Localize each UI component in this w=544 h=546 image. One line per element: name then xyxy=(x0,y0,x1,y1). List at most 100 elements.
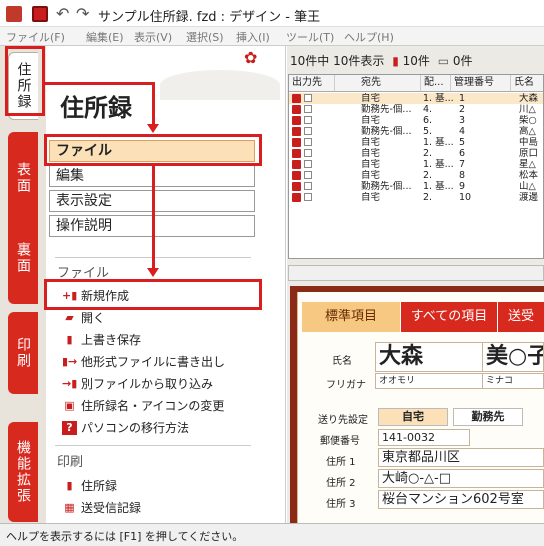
title-bar: ↶ ↷ サンプル住所録. fzd : デザイン - 筆王 xyxy=(0,0,544,27)
tab-all-fields[interactable]: すべての項目 xyxy=(401,302,497,332)
furigana-last-field[interactable]: オオモリ xyxy=(375,373,483,389)
row-checkbox[interactable] xyxy=(304,149,312,157)
table-row[interactable]: 自宅 1. 基... 5 中島 xyxy=(289,137,543,148)
cmd-save[interactable]: ▮ 上書き保存 xyxy=(62,331,141,348)
tab-front[interactable]: 表面 xyxy=(8,132,38,224)
row-checkbox[interactable] xyxy=(304,105,312,113)
table-cell: 6. xyxy=(423,115,433,126)
column-header[interactable]: 宛先 xyxy=(335,75,421,92)
menu-select[interactable]: 選択(S) xyxy=(186,29,224,45)
redo-icon[interactable]: ↷ xyxy=(76,4,89,23)
address3-field[interactable]: 桜台マンション602号室 xyxy=(378,490,544,509)
table-cell: 柴○ xyxy=(519,115,537,126)
last-name-field[interactable]: 大森 xyxy=(375,342,483,372)
pine-decoration xyxy=(160,70,280,100)
table-cell: 自宅 xyxy=(361,137,381,148)
table-cell: 勤務先-個... xyxy=(361,181,412,192)
menu-view[interactable]: 表示(V) xyxy=(134,29,172,45)
zip-field[interactable]: 141-0032 xyxy=(378,429,470,446)
table-row[interactable]: 自宅 2. 8 松本 xyxy=(289,170,543,181)
table-row[interactable]: 勤務先-個... 5. 4 高△ xyxy=(289,126,543,137)
cmd-import[interactable]: →▮ 別ファイルから取り込み xyxy=(62,375,213,392)
row-checkbox[interactable] xyxy=(304,138,312,146)
table-row[interactable]: 自宅 1. 基... 1 大森 xyxy=(289,93,543,104)
table-cell: 川△ xyxy=(519,104,536,115)
row-checkbox[interactable] xyxy=(304,171,312,179)
column-header[interactable]: 氏名 xyxy=(511,75,543,92)
first-name-field[interactable]: 美○子 xyxy=(482,342,544,372)
address1-field[interactable]: 東京都品川区 xyxy=(378,448,544,467)
row-checkbox[interactable] xyxy=(304,193,312,201)
row-checkbox[interactable] xyxy=(304,116,312,124)
tab-back[interactable]: 裏面 xyxy=(8,212,38,304)
table-row[interactable]: 自宅 2. 6 原口 xyxy=(289,148,543,159)
horizontal-scrollbar[interactable] xyxy=(288,265,544,281)
table-row[interactable]: 自宅 2. 10 渡邊 xyxy=(289,192,543,203)
save-icon[interactable] xyxy=(32,6,48,22)
table-cell: 2 xyxy=(459,104,466,115)
printer-icon[interactable] xyxy=(292,160,301,169)
row-checkbox[interactable] xyxy=(304,182,312,190)
cmd-print-log[interactable]: ▦ 送受信記録 xyxy=(62,499,141,516)
table-cell: 7 xyxy=(459,159,466,170)
printer-icon[interactable] xyxy=(292,182,301,191)
address-list[interactable]: 出力先 宛先 配... 管理番号 氏名 自宅 1. 基... 1 大森 勤務先-個...… xyxy=(288,74,544,259)
menu-insert[interactable]: 挿入(I) xyxy=(236,29,270,45)
table-row[interactable]: 勤務先-個... 1. 基... 9 山△ xyxy=(289,181,543,192)
printer-icon: ▮ xyxy=(392,54,399,68)
table-cell: 2. xyxy=(423,170,433,181)
printer-icon[interactable] xyxy=(292,149,301,158)
table-row[interactable]: 勤務先-個... 4. 2 川△ xyxy=(289,104,543,115)
open-folder-icon: ▰ xyxy=(65,310,74,324)
printer-icon[interactable] xyxy=(292,171,301,180)
tab-print[interactable]: 印刷 xyxy=(8,312,38,394)
column-header[interactable]: 出力先 xyxy=(289,75,335,92)
menu-tools[interactable]: ツール(T) xyxy=(286,29,334,45)
table-cell: 2. xyxy=(423,148,433,159)
tab-send-receive[interactable]: 送受 xyxy=(498,302,544,332)
table-cell: 自宅 xyxy=(361,170,381,181)
furigana-first-field[interactable]: ミナコ xyxy=(482,373,544,389)
address2-field[interactable]: 大崎○-△-□ xyxy=(378,469,544,488)
row-checkbox[interactable] xyxy=(304,94,312,102)
table-cell: 勤務先-個... xyxy=(361,104,412,115)
table-cell: 1. 基... xyxy=(423,137,454,148)
table-cell: 1. 基... xyxy=(423,181,454,192)
cmd-rename[interactable]: ▣ 住所録名・アイコンの変更 xyxy=(62,397,224,414)
row-checkbox[interactable] xyxy=(304,127,312,135)
cmd-export[interactable]: ▮→ 他形式ファイルに書き出し xyxy=(62,353,225,370)
menu-file[interactable]: ファイル(F) xyxy=(6,29,65,45)
table-cell: 9 xyxy=(459,181,466,192)
book-icon: ▮ xyxy=(66,478,73,492)
tab-standard-fields[interactable]: 標準項目 xyxy=(302,302,400,332)
destination-work[interactable]: 勤務先 xyxy=(453,408,523,426)
column-header[interactable]: 配... xyxy=(421,75,451,92)
cmd-migrate[interactable]: ? パソコンの移行方法 xyxy=(62,419,189,436)
annotation-box-file xyxy=(44,134,262,166)
tab-extensions[interactable]: 機能拡張 xyxy=(8,422,38,522)
vertical-tab-strip: 住所録 表面 裏面 印刷 機能拡張 xyxy=(0,46,46,523)
status-text: ヘルプを表示するには [F1] を押してください。 xyxy=(6,530,244,543)
table-row[interactable]: 自宅 1. 基... 7 星△ xyxy=(289,159,543,170)
menu-edit[interactable]: 編集(E) xyxy=(86,29,124,45)
printer-icon[interactable] xyxy=(292,116,301,125)
printer-icon[interactable] xyxy=(292,94,301,103)
arrowhead xyxy=(147,124,159,133)
printer-icon[interactable] xyxy=(292,193,301,202)
undo-icon[interactable]: ↶ xyxy=(56,4,69,23)
cmd-open[interactable]: ▰ 開く xyxy=(62,309,105,326)
row-checkbox[interactable] xyxy=(304,160,312,168)
annotation-box-new xyxy=(44,279,262,310)
table-row[interactable]: 自宅 6. 3 柴○ xyxy=(289,115,543,126)
menu-help[interactable]: ヘルプ(H) xyxy=(344,29,394,45)
cmd-print-address-book[interactable]: ▮ 住所録 xyxy=(62,477,117,494)
question-icon: ? xyxy=(62,420,77,435)
table-cell: 8 xyxy=(459,170,466,181)
printer-icon[interactable] xyxy=(292,138,301,147)
printer-icon[interactable] xyxy=(292,105,301,114)
divider xyxy=(55,445,251,446)
gear-icon[interactable]: ✿ xyxy=(244,48,257,67)
destination-home[interactable]: 自宅 xyxy=(378,408,448,426)
column-header[interactable]: 管理番号 xyxy=(451,75,511,92)
printer-icon[interactable] xyxy=(292,127,301,136)
